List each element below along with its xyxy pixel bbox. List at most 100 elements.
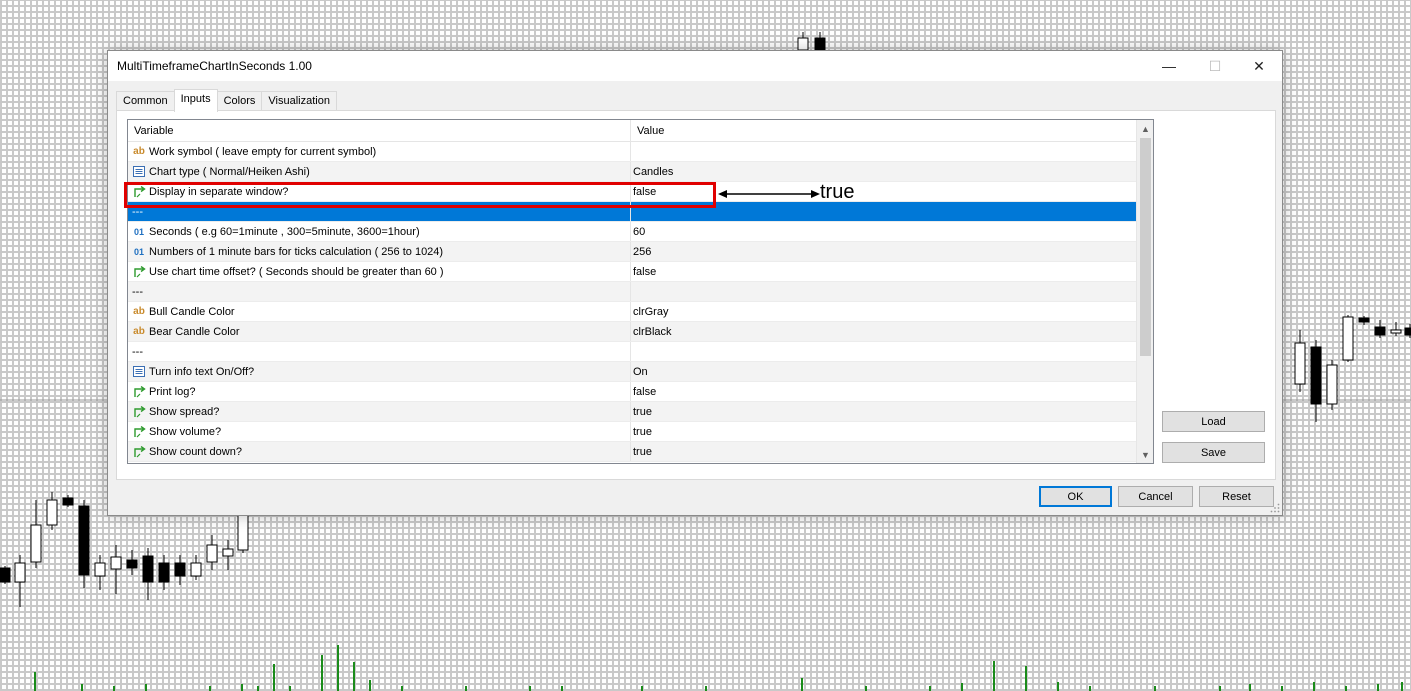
candle-body [62,497,74,506]
ab-icon: ab [133,146,145,157]
value-cell[interactable]: On [631,362,1153,381]
table-row[interactable]: Turn info text On/Off? On [128,362,1153,382]
variable-cell[interactable]: Show volume? [128,422,631,441]
bool-arrow-icon [132,425,146,439]
table-row[interactable]: Print log? false [128,382,1153,402]
resize-grip-icon[interactable] [1270,503,1280,513]
variable-cell[interactable]: --- [128,342,631,361]
candle-body [190,562,202,577]
value-cell[interactable] [631,282,1153,301]
table-row[interactable]: Show volume? true [128,422,1153,442]
value-cell[interactable]: false [631,382,1153,401]
variable-cell[interactable]: --- [128,282,631,301]
annotation-text: true [820,181,855,203]
variable-cell[interactable]: Show spread? [128,402,631,421]
table-row[interactable]: ab Bear Candle Color clrBlack [128,322,1153,342]
variable-cell[interactable]: ab Bull Candle Color [128,302,631,321]
variable-label: Bull Candle Color [149,305,235,318]
candle-body [1326,364,1338,405]
candle-body [14,562,26,583]
minimize-button[interactable]: — [1146,51,1192,81]
table-row[interactable]: ab Work symbol ( leave empty for current … [128,142,1153,162]
ab-icon: ab [133,326,145,337]
title-bar[interactable]: MultiTimeframeChartInSeconds 1.00 — ☐ ✕ [108,51,1282,81]
table-row[interactable]: 01 Numbers of 1 minute bars for ticks cal… [128,242,1153,262]
variable-label: Show volume? [149,425,222,438]
variable-label: --- [132,345,143,358]
candle-body [797,37,809,51]
tab-visualization[interactable]: Visualization [261,91,337,111]
variable-cell[interactable]: 01 Seconds ( e.g 60=1minute , 300=5minute… [128,222,631,241]
value-cell[interactable] [631,342,1153,361]
ok-button[interactable]: OK [1039,486,1112,507]
candle-body [222,548,234,557]
tab-common[interactable]: Common [116,91,175,111]
variable-cell[interactable]: ab Bear Candle Color [128,322,631,341]
cancel-button[interactable]: Cancel [1118,486,1193,507]
candle-body [78,505,90,576]
candle-body [814,37,826,51]
tab-inputs[interactable]: Inputs [173,89,218,112]
value-cell[interactable]: false [631,262,1153,281]
tab-strip: Common Inputs Colors Visualization [116,89,337,112]
table-row[interactable]: Show count down? true [128,442,1153,462]
bool-arrow-icon [132,265,146,279]
value-cell[interactable]: true [631,442,1153,461]
close-button[interactable]: ✕ [1236,51,1282,81]
variable-label: Work symbol ( leave empty for current sy… [149,145,377,158]
scroll-down-icon[interactable]: ▼ [1137,446,1153,463]
candle-body [94,562,106,577]
variable-cell[interactable]: Show count down? [128,442,631,461]
candle-body [174,562,186,577]
variable-cell[interactable]: Use chart time offset? ( Seconds should … [128,262,631,281]
inputs-dialog: MultiTimeframeChartInSeconds 1.00 — ☐ ✕ … [107,50,1283,516]
variable-cell[interactable]: Print log? [128,382,631,401]
scrollbar-thumb[interactable] [1140,138,1151,356]
vertical-scrollbar[interactable]: ▲ ▼ [1136,120,1153,463]
value-cell[interactable]: 256 [631,242,1153,261]
tab-colors[interactable]: Colors [216,91,263,111]
inputs-panel: Variable Value ab Work symbol ( leave emp… [116,110,1276,480]
candle-body [1294,342,1306,385]
variable-cell[interactable]: 01 Numbers of 1 minute bars for ticks cal… [128,242,631,261]
candle-body [1342,316,1354,361]
table-row[interactable]: 01 Seconds ( e.g 60=1minute , 300=5minute… [128,222,1153,242]
annotation-highlight-box [124,182,716,208]
value-cell[interactable]: true [631,402,1153,421]
candle-body [1374,326,1386,336]
variable-cell[interactable]: Turn info text On/Off? [128,362,631,381]
save-button[interactable]: Save [1162,442,1265,463]
candle-body [46,499,58,526]
variable-cell[interactable]: ab Work symbol ( leave empty for current … [128,142,631,161]
table-row[interactable]: ab Bull Candle Color clrGray [128,302,1153,322]
inputs-table[interactable]: Variable Value ab Work symbol ( leave emp… [127,119,1154,464]
value-cell[interactable]: clrBlack [631,322,1153,341]
candle-body [142,555,154,583]
load-button[interactable]: Load [1162,411,1265,432]
candle-body [0,567,11,583]
table-row[interactable]: Use chart time offset? ( Seconds should … [128,262,1153,282]
bool-arrow-icon [132,405,146,419]
variable-cell[interactable]: Chart type ( Normal/Heiken Ashi) [128,162,631,181]
value-cell[interactable]: clrGray [631,302,1153,321]
variable-label: Seconds ( e.g 60=1minute , 300=5minute, … [149,225,420,238]
variable-label: Turn info text On/Off? [149,365,255,378]
table-row[interactable]: --- [128,342,1153,362]
reset-button[interactable]: Reset [1199,486,1274,507]
header-variable[interactable]: Variable [128,120,631,141]
value-cell[interactable]: 60 [631,222,1153,241]
candle-body [1358,317,1370,323]
variable-label: Print log? [149,385,196,398]
header-value[interactable]: Value [631,120,1153,141]
table-row[interactable]: Show spread? true [128,402,1153,422]
value-cell[interactable] [631,142,1153,161]
table-row[interactable]: --- [128,282,1153,302]
value-cell[interactable]: true [631,422,1153,441]
table-header: Variable Value [128,120,1153,142]
candle-body [1390,329,1402,334]
scroll-up-icon[interactable]: ▲ [1137,120,1153,137]
table-row[interactable]: Chart type ( Normal/Heiken Ashi) Candles [128,162,1153,182]
maximize-button[interactable]: ☐ [1192,51,1238,81]
variable-label: Show count down? [149,445,242,458]
value-cell[interactable]: Candles [631,162,1153,181]
